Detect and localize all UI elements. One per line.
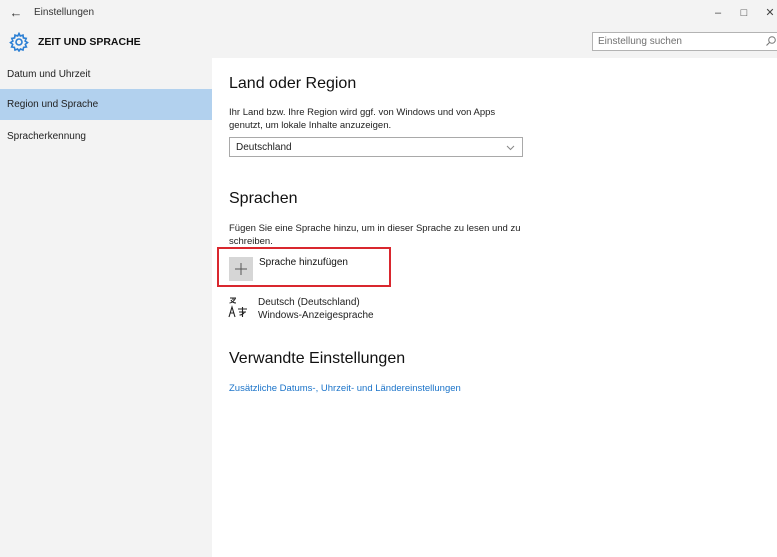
region-description-line2: genutzt, um lokale Inhalte anzuzeigen. <box>229 120 392 131</box>
region-description-line1: Ihr Land bzw. Ihre Region wird ggf. von … <box>229 107 496 118</box>
minimize-button[interactable]: – <box>705 2 731 24</box>
sidebar-item-region-und-sprache[interactable]: Region und Sprache <box>0 89 212 120</box>
add-language-button[interactable] <box>229 257 253 281</box>
page-title: ZEIT UND SPRACHE <box>38 36 141 48</box>
main-content: Land oder Region Ihr Land bzw. Ihre Regi… <box>212 58 777 557</box>
maximize-button[interactable]: □ <box>731 2 757 24</box>
additional-date-time-region-link[interactable]: Zusätzliche Datums-, Uhrzeit- und Länder… <box>229 383 461 394</box>
settings-header: ZEIT UND SPRACHE <box>0 27 777 58</box>
region-heading: Land oder Region <box>229 75 357 92</box>
search-input[interactable] <box>593 33 758 50</box>
language-icon[interactable] <box>227 295 249 319</box>
search-icon[interactable] <box>765 35 777 47</box>
back-button[interactable]: ← <box>6 4 26 22</box>
related-settings-heading: Verwandte Einstellungen <box>229 350 406 367</box>
add-language-label[interactable]: Sprache hinzufügen <box>259 257 348 268</box>
country-dropdown[interactable]: Deutschland <box>229 137 523 157</box>
window-title: Einstellungen <box>34 7 95 18</box>
sidebar: Datum und Uhrzeit Region und Sprache Spr… <box>0 58 212 557</box>
plus-icon <box>235 263 247 275</box>
country-dropdown-value: Deutschland <box>236 142 292 153</box>
languages-description-line1: Fügen Sie eine Sprache hinzu, um in dies… <box>229 223 521 234</box>
installed-language-subtitle: Windows-Anzeigesprache <box>258 310 374 321</box>
gear-icon <box>9 32 29 52</box>
sidebar-item-datum-und-uhrzeit[interactable]: Datum und Uhrzeit <box>0 59 212 90</box>
search-box[interactable] <box>592 32 777 51</box>
close-button[interactable]: ✕ <box>757 2 777 24</box>
sidebar-item-spracherkennung[interactable]: Spracherkennung <box>0 121 212 152</box>
languages-heading: Sprachen <box>229 190 298 207</box>
title-bar: ← Einstellungen – □ ✕ <box>0 0 777 27</box>
installed-language-name[interactable]: Deutsch (Deutschland) <box>258 297 360 308</box>
chevron-down-icon <box>506 145 515 151</box>
